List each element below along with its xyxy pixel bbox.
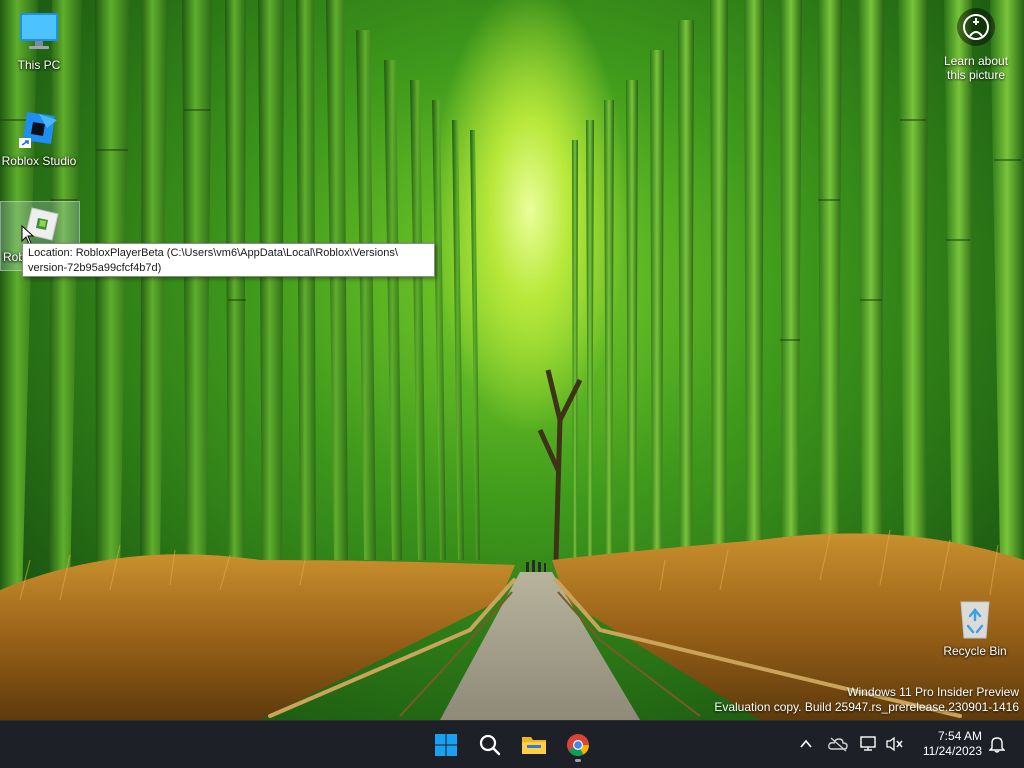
onedrive-status-button[interactable]	[827, 733, 849, 755]
network-icon	[860, 736, 876, 751]
start-button[interactable]	[428, 727, 464, 763]
notification-center-button[interactable]	[986, 733, 1008, 755]
desktop-icon-this-pc[interactable]: This PC	[0, 10, 78, 72]
desktop-icon-label: Roblox Studio	[1, 154, 77, 168]
volume-muted-icon	[886, 736, 903, 752]
network-button[interactable]	[858, 733, 880, 755]
running-indicator	[575, 759, 581, 762]
volume-button[interactable]	[884, 733, 906, 755]
chrome-icon	[567, 734, 589, 756]
monitor-icon	[17, 10, 61, 54]
desktop-icon-roblox-studio[interactable]: Roblox Studio	[0, 106, 78, 168]
recycle-bin-icon	[953, 596, 997, 640]
desktop-wallpaper	[0, 0, 1024, 720]
onedrive-offline-icon	[828, 737, 848, 752]
chrome-taskbar-button[interactable]	[560, 727, 596, 763]
taskbar-clock[interactable]: 7:54 AM 11/24/2023	[923, 729, 982, 759]
tooltip-line-2: version-72b95a99cfcf4b7d)	[28, 262, 162, 274]
mouse-cursor-icon	[21, 225, 35, 245]
learn-about-line-2: this picture	[946, 68, 1006, 82]
desktop-icon-label: This PC	[17, 58, 61, 72]
learn-about-picture-button[interactable]: Learn about this picture	[940, 8, 1012, 82]
watermark-edition: Windows 11 Pro Insider Preview	[847, 685, 1019, 699]
file-explorer-button[interactable]	[516, 727, 552, 763]
search-button[interactable]	[472, 727, 508, 763]
watermark-build: Evaluation copy. Build 25947.rs_prerelea…	[714, 700, 1019, 714]
icon-location-tooltip: Location: RobloxPlayerBeta (C:\Users\vm6…	[22, 243, 435, 277]
folder-icon	[522, 737, 546, 754]
desktop-icon-recycle-bin[interactable]: Recycle Bin	[936, 596, 1014, 658]
search-icon	[479, 734, 501, 756]
chevron-up-icon	[800, 739, 812, 748]
desktop-icon-label: Recycle Bin	[943, 644, 1007, 658]
windows-logo-icon	[435, 734, 457, 756]
clock-time: 7:54 AM	[937, 729, 982, 743]
notification-bell-icon	[989, 737, 1005, 753]
camera-circle-icon	[957, 8, 995, 46]
clock-date: 11/24/2023	[922, 744, 982, 758]
bamboo-forest-image	[0, 0, 1024, 720]
tooltip-line-1: Location: RobloxPlayerBeta (C:\Users\vm6…	[28, 247, 398, 259]
learn-about-line-1: Learn about	[943, 54, 1009, 68]
show-hidden-icons-button[interactable]	[795, 733, 817, 755]
roblox-studio-icon	[17, 106, 61, 150]
windows-build-watermark: Windows 11 Pro Insider Preview Evaluatio…	[714, 685, 1019, 715]
taskbar: 7:54 AM 11/24/2023	[0, 720, 1024, 768]
